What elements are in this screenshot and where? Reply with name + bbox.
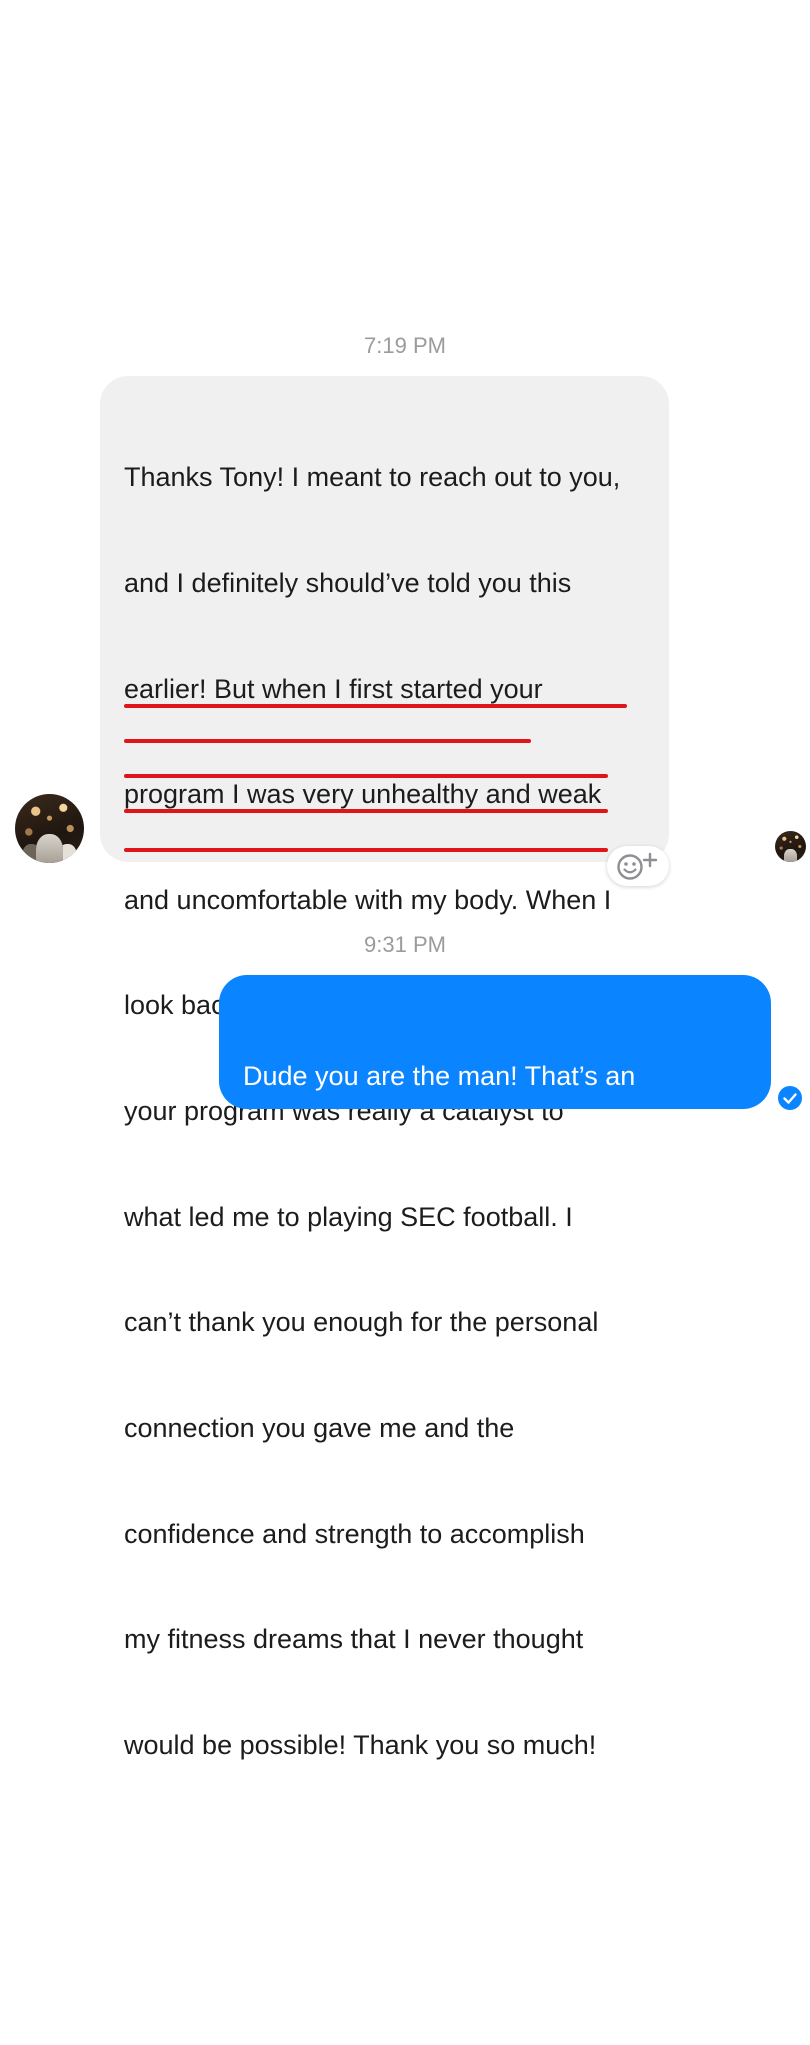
red-underline — [124, 809, 608, 813]
outgoing-message-bubble[interactable]: Dude you are the man! That’s an unbeliev… — [219, 975, 771, 1303]
timestamp-2: 9:31 PM — [364, 932, 446, 957]
message-line-underlined: confidence and strength to accomplish — [124, 1518, 585, 1549]
timestamp-1: 7:19 PM — [364, 333, 446, 358]
add-reaction-button[interactable] — [607, 846, 669, 886]
message-line: could be part of it bro! — [243, 1272, 505, 1303]
message-line: program I was very unhealthy and weak — [124, 779, 602, 810]
message-line: and uncomfortable with my body. When I — [124, 884, 612, 915]
read-receipt-check-icon — [778, 1086, 802, 1110]
outgoing-message-text: Dude you are the man! That’s an unbeliev… — [243, 989, 751, 1376]
message-line: Dude you are the man! That’s an — [243, 1061, 636, 1092]
red-underline — [124, 704, 627, 708]
message-line-underlined: would be possible! Thank you so much! — [124, 1729, 597, 1760]
message-line: Thanks Tony! I meant to reach out to you… — [124, 462, 621, 493]
contact-avatar[interactable] — [15, 794, 84, 863]
message-line: earlier! But when I first started your — [124, 673, 543, 704]
red-underline — [124, 848, 608, 852]
message-line: unbelievable achievement and I’m glad I — [243, 1167, 725, 1198]
message-line-underlined: my fitness dreams that I never thought — [124, 1624, 584, 1655]
message-line: and I definitely should’ve told you this — [124, 568, 572, 599]
message-line-underlined: connection you gave me and the — [124, 1412, 515, 1443]
incoming-message-bubble[interactable]: Thanks Tony! I meant to reach out to you… — [100, 376, 669, 1760]
red-underline — [124, 774, 608, 778]
seen-by-avatar — [775, 831, 806, 862]
red-underline — [124, 739, 531, 743]
